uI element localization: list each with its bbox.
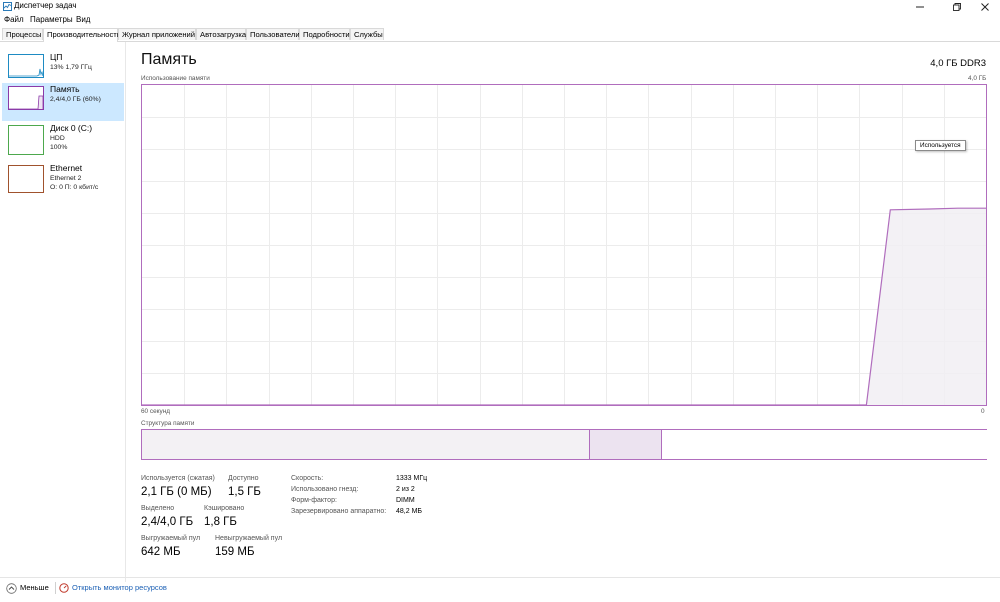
memory-usage-graph: [141, 84, 987, 406]
task-manager-icon: [3, 2, 12, 11]
memory-usage-svg: [142, 85, 986, 405]
chevron-up-icon: [6, 583, 17, 594]
memory-sparkline: [9, 95, 44, 110]
composition-segment: [589, 430, 663, 459]
resource-monitor-label: Открыть монитор ресурсов: [72, 583, 167, 592]
used-tooltip: Используется: [915, 140, 966, 151]
committed-label: Выделено: [141, 505, 175, 512]
bottom-divider: [55, 582, 56, 594]
cpu-sparkline: [9, 68, 44, 77]
reserved-value: 48,2 МБ: [396, 508, 422, 515]
menu-options[interactable]: Параметры: [30, 15, 73, 24]
graph-grid: [142, 85, 986, 405]
speed-label: Скорость:: [291, 475, 324, 482]
tab-details[interactable]: Подробности: [299, 28, 350, 40]
memory-thumbnail-graph: [8, 86, 44, 110]
form-factor-label: Форм-фактор:: [291, 497, 337, 504]
restore-button[interactable]: [942, 0, 972, 14]
sidebar-item-label: ЦП: [50, 52, 63, 62]
reserved-label: Зарезервировано аппаратно:: [291, 508, 387, 515]
graph-time-left: 60 секунд: [141, 408, 170, 415]
composition-segment: [142, 430, 590, 459]
tab-users[interactable]: Пользователи: [246, 28, 300, 40]
slots-label: Использовано гнезд:: [291, 486, 359, 493]
sidebar-item-detail: 13% 1,79 ГГц: [50, 64, 92, 71]
title-bar: Диспетчер задач: [0, 0, 1000, 14]
composition-segment: [661, 430, 987, 459]
bottom-bar: Меньше Открыть монитор ресурсов: [0, 577, 1000, 602]
fewer-details-label: Меньше: [20, 583, 49, 592]
sidebar-item-ethernet[interactable]: Ethernet Ethernet 2 О: 0 П: 0 кбит/с: [2, 162, 124, 200]
nonpaged-pool-label: Невыгружаемый пул: [215, 535, 283, 542]
sidebar-item-detail-2: 100%: [50, 144, 68, 151]
cached-label: Кэшировано: [204, 505, 245, 512]
sidebar-item-memory[interactable]: Память 2,4/4,0 ГБ (60%): [2, 83, 124, 121]
tab-startup[interactable]: Автозагрузка: [196, 28, 246, 40]
disk-thumbnail-graph: [8, 125, 44, 155]
speed-value: 1333 МГц: [396, 475, 428, 482]
restore-icon: [953, 3, 961, 11]
slots-value: 2 из 2: [396, 486, 415, 493]
graph-time-right: 0: [981, 408, 985, 415]
available-label: Доступно: [228, 475, 259, 482]
nonpaged-pool-value: 159 МБ: [215, 546, 255, 558]
tab-performance[interactable]: Производительность: [43, 28, 121, 42]
form-factor-value: DIMM: [396, 497, 415, 504]
in-use-value: 2,1 ГБ (0 МБ): [141, 486, 212, 498]
cpu-thumbnail-graph: [8, 54, 44, 78]
ethernet-thumbnail-graph: [8, 165, 44, 193]
sidebar-item-disk[interactable]: Диск 0 (C:) HDD 100%: [2, 122, 124, 160]
graph-max-label: 4,0 ГБ: [968, 75, 987, 82]
resource-monitor-icon: [59, 583, 69, 593]
minimize-icon: [916, 6, 924, 8]
close-icon: [981, 3, 989, 11]
performance-sidebar: ЦП 13% 1,79 ГГц Память 2,4/4,0 ГБ (60%) …: [0, 42, 126, 582]
tab-strip: Процессы Производительность Журнал прило…: [0, 28, 1000, 42]
cached-value: 1,8 ГБ: [204, 516, 237, 528]
paged-pool-label: Выгружаемый пул: [141, 535, 201, 542]
sidebar-item-label: Ethernet: [50, 163, 83, 173]
committed-value: 2,4/4,0 ГБ: [141, 516, 194, 528]
sidebar-item-detail-2: О: 0 П: 0 кбит/с: [50, 184, 99, 191]
sidebar-item-label: Память: [50, 84, 80, 94]
menu-file[interactable]: Файл: [4, 15, 24, 24]
sidebar-item-label: Диск 0 (C:): [50, 123, 93, 133]
window-title: Диспетчер задач: [14, 1, 77, 10]
close-button[interactable]: [970, 0, 1000, 14]
graph-label: Использование памяти: [141, 75, 210, 82]
disk-sparkline: [9, 126, 43, 154]
sidebar-item-detail: 2,4/4,0 ГБ (60%): [50, 96, 101, 103]
in-use-label: Используется (сжатая): [141, 475, 215, 482]
tab-services[interactable]: Службы: [350, 28, 384, 40]
sidebar-item-detail: HDD: [50, 135, 65, 142]
menu-view[interactable]: Вид: [76, 15, 90, 24]
page-title: Память: [141, 51, 197, 68]
menu-bar: Файл Параметры Вид: [0, 14, 1000, 26]
memory-total: 4,0 ГБ DDR3: [930, 58, 986, 69]
memory-composition-bar: [141, 429, 987, 460]
composition-label: Структура памяти: [141, 420, 195, 427]
tab-app-history[interactable]: Журнал приложений: [118, 28, 196, 40]
sidebar-item-detail: Ethernet 2: [50, 175, 82, 182]
minimize-button[interactable]: [905, 0, 935, 14]
tab-processes[interactable]: Процессы: [2, 28, 43, 40]
available-value: 1,5 ГБ: [228, 486, 261, 498]
paged-pool-value: 642 МБ: [141, 546, 181, 558]
